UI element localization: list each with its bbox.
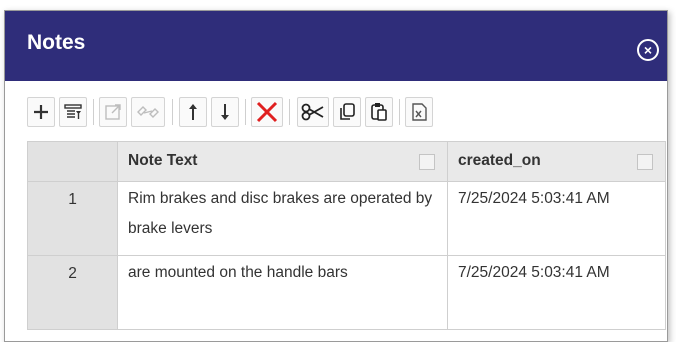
- close-icon[interactable]: ×: [637, 39, 659, 61]
- cut-button[interactable]: [297, 97, 329, 127]
- created-on-cell[interactable]: 7/25/2024 5:03:41 AM: [447, 181, 666, 256]
- table-row[interactable]: 1 Rim brakes and disc brakes are operate…: [27, 181, 666, 256]
- notes-table: Note Text created_on 1 Rim brakes and di…: [27, 141, 666, 330]
- plus-icon: [34, 105, 48, 119]
- add-button[interactable]: [27, 97, 55, 127]
- toolbar-separator: [399, 99, 400, 125]
- note-text-cell[interactable]: are mounted on the handle bars: [117, 255, 448, 330]
- dialog-title: Notes: [27, 31, 86, 54]
- toolbar-separator: [289, 99, 290, 125]
- table-row[interactable]: 2 are mounted on the handle bars 7/25/20…: [27, 255, 666, 330]
- toolbar: [27, 93, 567, 131]
- column-header-note-text[interactable]: Note Text: [117, 141, 448, 182]
- created-on-cell[interactable]: 7/25/2024 5:03:41 AM: [447, 255, 666, 330]
- note-text-cell[interactable]: Rim brakes and disc brakes are operated …: [117, 181, 448, 256]
- filter-icon[interactable]: [637, 154, 653, 170]
- copy-button[interactable]: [333, 97, 361, 127]
- filter-button[interactable]: [59, 97, 87, 127]
- note-text: are mounted on the handle bars: [128, 264, 348, 281]
- column-header-label: created_on: [458, 152, 541, 169]
- arrow-up-icon: [189, 104, 197, 120]
- export-excel-button[interactable]: [405, 97, 433, 127]
- move-up-button[interactable]: [179, 97, 207, 127]
- delete-button[interactable]: [251, 97, 283, 127]
- table-corner: [27, 141, 118, 182]
- excel-icon: [412, 103, 427, 121]
- dialog-titlebar[interactable]: Notes ×: [5, 11, 667, 81]
- scissors-icon: [301, 103, 324, 121]
- row-number: 2: [27, 255, 118, 330]
- delete-x-icon: [256, 101, 278, 123]
- link-icon: [137, 106, 159, 118]
- filter-list-icon: [64, 104, 82, 119]
- open-button[interactable]: [99, 97, 127, 127]
- notes-dialog: Notes × Note Text created_on 1 Rim brake…: [4, 10, 668, 342]
- toolbar-separator: [245, 99, 246, 125]
- paste-button[interactable]: [365, 97, 393, 127]
- created-on-text: 7/25/2024 5:03:41 AM: [458, 190, 610, 207]
- table-header-row: Note Text created_on: [27, 141, 666, 182]
- toolbar-separator: [93, 99, 94, 125]
- toolbar-separator: [172, 99, 173, 125]
- copy-icon: [340, 103, 355, 120]
- note-text: Rim brakes and disc brakes are operated …: [128, 190, 433, 237]
- arrow-down-icon: [221, 104, 229, 120]
- column-header-label: Note Text: [128, 152, 198, 169]
- open-external-icon: [105, 104, 121, 120]
- move-down-button[interactable]: [211, 97, 239, 127]
- column-header-created-on[interactable]: created_on: [447, 141, 666, 182]
- paste-icon: [371, 103, 387, 121]
- row-number: 1: [27, 181, 118, 256]
- filter-icon[interactable]: [419, 154, 435, 170]
- created-on-text: 7/25/2024 5:03:41 AM: [458, 264, 610, 281]
- link-button[interactable]: [131, 97, 165, 127]
